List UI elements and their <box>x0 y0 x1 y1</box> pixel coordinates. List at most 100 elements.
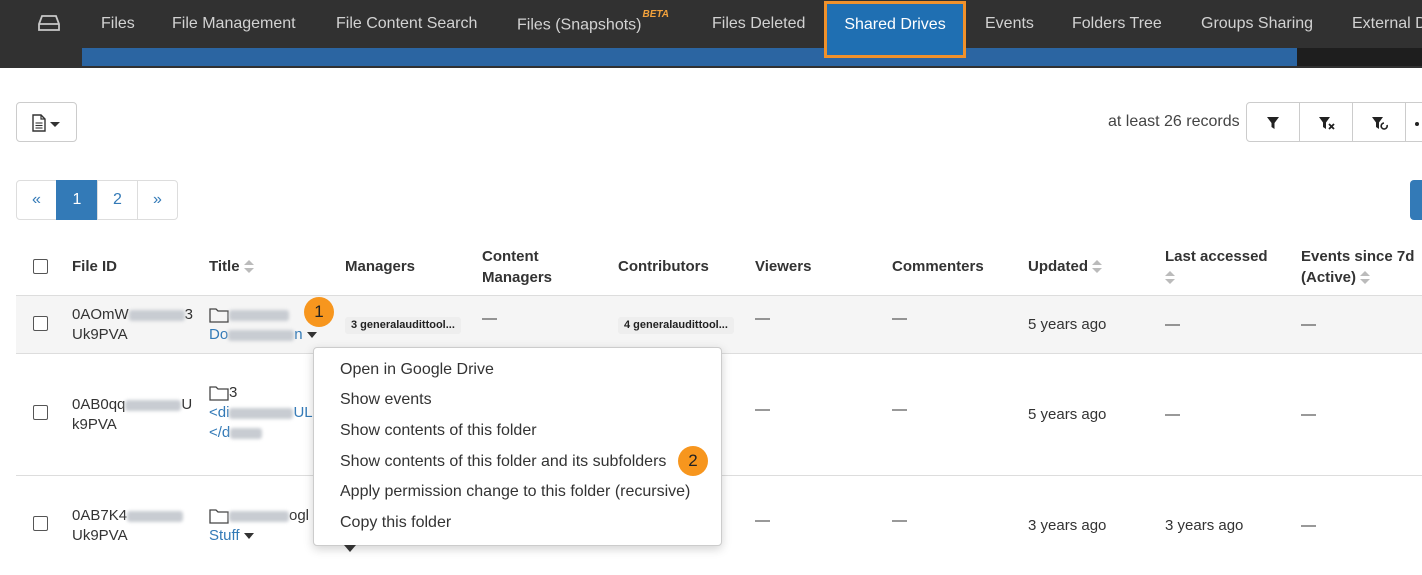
sort-icon[interactable] <box>1092 260 1102 274</box>
row-checkbox[interactable] <box>33 405 48 420</box>
sort-icon[interactable] <box>1360 271 1371 285</box>
nav-underline-dark <box>1297 48 1422 66</box>
viewers-value: — <box>755 401 770 418</box>
drive-title[interactable]: ogl Stuff <box>209 506 309 546</box>
redacted <box>229 510 289 522</box>
col-events-line2: (Active) <box>1301 269 1357 286</box>
redacted <box>229 309 289 321</box>
folder-icon <box>209 308 229 323</box>
clear-filter-button[interactable] <box>1299 102 1353 142</box>
menu-copy-folder[interactable]: Copy this folder <box>340 514 451 532</box>
document-icon <box>32 114 60 132</box>
action-button-partial[interactable] <box>1410 180 1422 220</box>
row-checkbox[interactable] <box>33 316 48 331</box>
events-value: — <box>1301 406 1316 423</box>
filter-icon <box>1267 117 1279 129</box>
tab-files-deleted[interactable]: Files Deleted <box>712 15 805 33</box>
clear-filter-icon <box>1319 117 1335 130</box>
tab-shared-drives[interactable]: Shared Drives <box>824 1 966 58</box>
export-dropdown-button[interactable] <box>16 102 77 142</box>
viewers-value: — <box>755 310 770 327</box>
file-id-line2: Uk9PVA <box>72 326 128 343</box>
file-id: 0AB7K4 Uk9PVA <box>72 506 184 546</box>
dropdown-caret-icon[interactable] <box>306 332 317 339</box>
row-checkbox[interactable] <box>33 516 48 531</box>
select-all-checkbox[interactable] <box>33 259 48 274</box>
folder-icon <box>209 509 229 524</box>
file-id: 0AOmW 3 Uk9PVA <box>72 305 193 345</box>
drive-title-link[interactable]: <di UL </d <box>209 404 313 441</box>
file-id-line2: Uk9PVA <box>72 527 128 544</box>
pagination-page-1[interactable]: 1 <box>56 180 98 220</box>
title-text: </d <box>209 424 231 441</box>
more-options-button[interactable] <box>1405 102 1422 142</box>
pagination-next[interactable]: » <box>137 180 178 220</box>
menu-open-in-google-drive[interactable]: Open in Google Drive <box>340 361 494 379</box>
last-accessed-value: — <box>1165 406 1180 423</box>
reset-filter-button[interactable] <box>1352 102 1406 142</box>
tab-events[interactable]: Events <box>985 15 1034 33</box>
col-viewers: Viewers <box>755 258 812 275</box>
tab-folders-tree[interactable]: Folders Tree <box>1072 15 1162 33</box>
tab-files[interactable]: Files <box>101 15 135 33</box>
context-menu: Open in Google Drive Show events Show co… <box>313 347 722 546</box>
col-title[interactable]: Title <box>209 256 254 277</box>
menu-apply-permission-change[interactable]: Apply permission change to this folder (… <box>340 483 690 501</box>
sort-icon[interactable] <box>243 260 254 274</box>
col-events[interactable]: Events since 7d (Active) <box>1301 246 1414 288</box>
tab-file-management[interactable]: File Management <box>172 15 296 33</box>
menu-show-folder-and-subfolders[interactable]: Show contents of this folder and its sub… <box>340 453 666 471</box>
last-accessed-value: — <box>1165 316 1180 333</box>
tab-files-snapshots[interactable]: Files (Snapshots)BETA <box>517 9 669 34</box>
events-value: — <box>1301 517 1316 534</box>
col-events-line1: Events since 7d <box>1301 248 1415 265</box>
top-navigation: Files File Management File Content Searc… <box>0 0 1422 68</box>
col-title-label: Title <box>209 258 240 275</box>
managers-badge[interactable]: 3 generalaudittool... <box>345 317 461 334</box>
title-text: 3 <box>229 384 238 401</box>
filter-button[interactable] <box>1246 102 1300 142</box>
dropdown-caret-icon <box>344 545 356 552</box>
file-id-line1: 0AB0qq <box>72 396 126 413</box>
redacted <box>125 399 182 411</box>
col-updated[interactable]: Updated <box>1028 256 1102 277</box>
drive-title-link[interactable]: Do n <box>209 326 303 343</box>
annotation-badge-1: 1 <box>304 297 334 327</box>
dropdown-caret-icon[interactable] <box>243 533 254 540</box>
file-id: 0AB0qq U k9PVA <box>72 395 192 435</box>
tab-external[interactable]: External D <box>1352 15 1422 33</box>
pagination-page-2[interactable]: 2 <box>97 180 138 220</box>
drive-title-link[interactable]: Stuff <box>209 527 240 544</box>
redacted <box>230 427 263 439</box>
col-content-managers: Content Managers <box>482 246 552 288</box>
menu-show-folder-contents[interactable]: Show contents of this folder <box>340 422 537 440</box>
drive-title[interactable]: Do n <box>209 305 317 345</box>
updated-value: 3 years ago <box>1028 517 1107 534</box>
more-icon <box>1415 122 1419 126</box>
tab-file-content-search[interactable]: File Content Search <box>336 15 477 33</box>
title-text: <di <box>209 404 230 421</box>
commenters-value: — <box>892 310 907 327</box>
updated-value: 5 years ago <box>1028 406 1107 423</box>
contributors-badge[interactable]: 4 generalaudittool... <box>618 317 734 334</box>
col-content-managers-line2: Managers <box>482 269 553 286</box>
sort-icon[interactable] <box>1165 271 1175 285</box>
menu-show-events[interactable]: Show events <box>340 391 432 409</box>
pagination-prev[interactable]: « <box>16 180 57 220</box>
col-last-accessed[interactable]: Last accessed <box>1165 246 1268 288</box>
col-contributors: Contributors <box>618 258 709 275</box>
title-text: Do <box>209 326 229 343</box>
tab-shared-drives-label: Shared Drives <box>844 16 946 33</box>
redacted <box>127 510 184 522</box>
nav-underline-bar <box>82 48 1297 66</box>
commenters-value: — <box>892 401 907 418</box>
commenters-value: — <box>892 512 907 529</box>
col-file-id: File ID <box>72 258 118 275</box>
file-id-line1-end: U <box>181 396 193 413</box>
annotation-badge-2: 2 <box>678 446 708 476</box>
tab-groups-sharing[interactable]: Groups Sharing <box>1201 15 1313 33</box>
content-managers-value: — <box>482 310 497 327</box>
drive-icon[interactable] <box>38 14 60 32</box>
drive-title[interactable]: 3 <di UL </d <box>209 383 313 443</box>
record-count: at least 26 records <box>1108 113 1240 130</box>
